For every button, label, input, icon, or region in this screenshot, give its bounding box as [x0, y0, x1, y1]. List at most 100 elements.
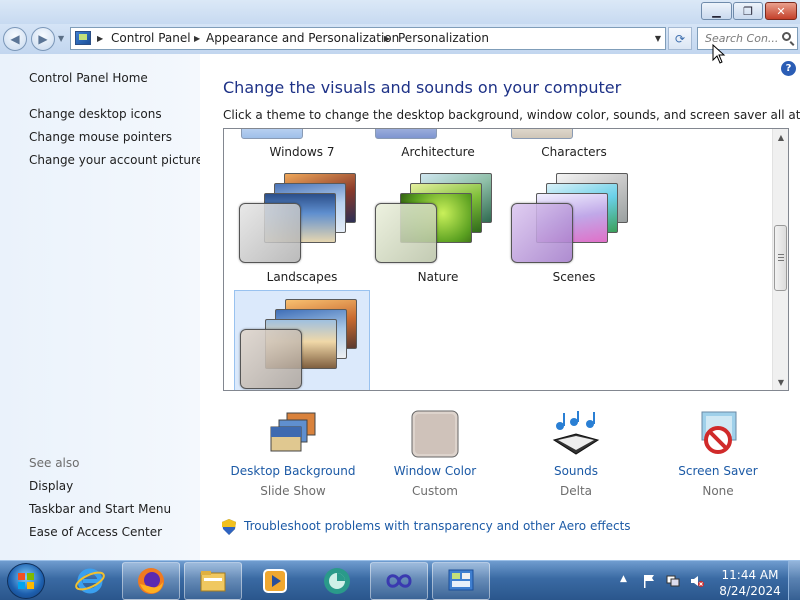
network-icon[interactable] [666, 574, 680, 588]
sidebar-ease-of-access-center[interactable]: Ease of Access Center [29, 525, 162, 539]
title-bar: ▁ ❐ ✕ [0, 0, 800, 24]
windows-logo-icon [18, 573, 34, 589]
desktop-background-setting[interactable]: Desktop Background Slide Show [223, 406, 363, 502]
window-color-setting[interactable]: Window Color Custom [365, 406, 505, 502]
taskbar-app-infinity[interactable] [370, 562, 428, 600]
main-content: ? Change the visuals and sounds on your … [200, 54, 800, 560]
screen-saver-setting[interactable]: Screen Saver None [648, 406, 788, 502]
scrollbar-thumb[interactable] [774, 225, 787, 291]
infinity-icon [386, 574, 412, 588]
theme-thumbnail-windows7[interactable] [241, 129, 303, 139]
minimize-button[interactable]: ▁ [701, 2, 732, 20]
taskbar-firefox[interactable] [122, 562, 180, 600]
back-button[interactable]: ◀ [3, 27, 27, 51]
taskbar-windows-explorer[interactable] [184, 562, 242, 600]
taskbar-control-panel[interactable] [432, 562, 490, 600]
restore-button[interactable]: ❐ [733, 2, 763, 20]
firefox-icon [138, 568, 164, 594]
help-icon: ? [785, 63, 792, 74]
window-color-value: Custom [412, 484, 458, 498]
sidebar-change-mouse-pointers[interactable]: Change mouse pointers [29, 130, 172, 144]
internet-explorer-icon [75, 568, 105, 594]
address-dropdown-icon[interactable]: ▼ [655, 34, 661, 43]
sidebar-change-account-picture[interactable]: Change your account picture [29, 153, 203, 167]
screen-saver-value: None [702, 484, 734, 498]
theme-custom-color-swatch [240, 329, 302, 389]
theme-landscapes-color-swatch [239, 203, 301, 263]
scrollbar-grip-line [778, 260, 784, 261]
desktop-background-link[interactable]: Desktop Background [223, 464, 363, 478]
action-center-flag-icon[interactable] [642, 574, 656, 588]
navigation-bar: ◀ ▶ ▼ ▶ Control Panel ▶ Appearance and P… [0, 24, 800, 54]
clock-time: 11:44 AM [721, 568, 779, 582]
sounds-value: Delta [559, 484, 592, 498]
breadcrumb-appearance-personalization[interactable]: Appearance and Personalization [206, 31, 399, 45]
sidebar-control-panel-home[interactable]: Control Panel Home [29, 71, 148, 85]
scroll-up-icon[interactable]: ▲ [773, 129, 788, 145]
help-button[interactable]: ? [781, 61, 796, 76]
taskbar-internet-explorer[interactable] [61, 562, 119, 600]
media-player-icon [263, 569, 287, 593]
control-panel-icon [448, 569, 474, 591]
sounds-link[interactable]: Sounds [506, 464, 646, 478]
theme-label-scenes[interactable]: Scenes [553, 270, 596, 284]
theme-nature[interactable] [370, 165, 506, 275]
theme-label-landscapes[interactable]: Landscapes [267, 270, 338, 284]
sidebar-display[interactable]: Display [29, 479, 73, 493]
breadcrumb-control-panel[interactable]: Control Panel [111, 31, 191, 45]
volume-muted-icon[interactable] [690, 574, 704, 588]
breadcrumb-separator-icon[interactable]: ▶ [97, 34, 103, 43]
refresh-button[interactable]: ⟳ [668, 27, 692, 50]
minimize-icon: ▁ [712, 4, 721, 18]
screen-saver-icon [701, 411, 737, 454]
taskbar: ▲ 11:44 AM 8/24/2024 [0, 560, 800, 600]
recent-pages-dropdown[interactable]: ▼ [58, 34, 64, 43]
sounds-setting[interactable]: Sounds Delta [506, 406, 646, 502]
theme-label-nature[interactable]: Nature [418, 270, 459, 284]
show-desktop-button[interactable] [788, 561, 800, 600]
desktop-background-value: Slide Show [260, 484, 326, 498]
theme-thumbnail-characters[interactable] [511, 129, 573, 139]
forward-button[interactable]: ▶ [31, 27, 55, 51]
search-icon[interactable] [782, 32, 791, 41]
theme-label-windows7[interactable]: Windows 7 [269, 145, 334, 159]
sidebar-change-desktop-icons[interactable]: Change desktop icons [29, 107, 162, 121]
breadcrumb-separator-icon[interactable]: ▶ [194, 34, 200, 43]
show-hidden-icons-icon[interactable]: ▲ [620, 574, 634, 588]
theme-label-architecture[interactable]: Architecture [401, 145, 474, 159]
taskbar-clock[interactable]: 11:44 AM 8/24/2024 [718, 567, 782, 599]
refresh-icon: ⟳ [674, 31, 686, 46]
scroll-down-icon[interactable]: ▼ [773, 374, 788, 390]
page-title: Change the visuals and sounds on your co… [223, 78, 622, 97]
window-color-link[interactable]: Window Color [365, 464, 505, 478]
theme-list-scrollbar[interactable]: ▲ ▼ [772, 129, 788, 390]
shield-icon [222, 519, 236, 535]
close-button[interactable]: ✕ [765, 2, 797, 20]
theme-landscapes[interactable] [234, 165, 370, 275]
forward-arrow-icon: ▶ [38, 32, 48, 46]
sounds-icon [552, 411, 600, 455]
start-button[interactable] [7, 563, 45, 599]
breadcrumb-personalization[interactable]: Personalization [398, 31, 489, 45]
theme-scenes[interactable] [506, 165, 642, 275]
theme-scenes-color-swatch [511, 203, 573, 263]
address-bar[interactable]: ▶ Control Panel ▶ Appearance and Persona… [70, 27, 666, 50]
breadcrumb-separator-icon[interactable]: ▶ [384, 34, 390, 43]
desktop-background-icon [270, 412, 316, 452]
scrollbar-grip-line [778, 257, 784, 258]
screen-saver-link[interactable]: Screen Saver [648, 464, 788, 478]
theme-label-characters[interactable]: Characters [541, 145, 607, 159]
mouse-cursor-icon [712, 44, 726, 64]
folder-icon [200, 571, 226, 592]
theme-custom-selected[interactable] [234, 290, 370, 390]
taskbar-media-player[interactable] [246, 562, 304, 600]
theme-thumbnail-architecture[interactable] [375, 129, 437, 139]
theme-list[interactable]: Windows 7 Architecture Characters Landsc… [223, 128, 789, 391]
back-arrow-icon: ◀ [10, 32, 20, 46]
troubleshoot-link[interactable]: Troubleshoot problems with transparency … [244, 519, 631, 533]
sidebar-taskbar-start-menu[interactable]: Taskbar and Start Menu [29, 502, 171, 516]
taskbar-app-green[interactable] [308, 562, 366, 600]
green-app-icon [324, 568, 350, 594]
page-subtitle: Click a theme to change the desktop back… [223, 108, 800, 122]
scrollbar-grip-line [778, 254, 784, 255]
